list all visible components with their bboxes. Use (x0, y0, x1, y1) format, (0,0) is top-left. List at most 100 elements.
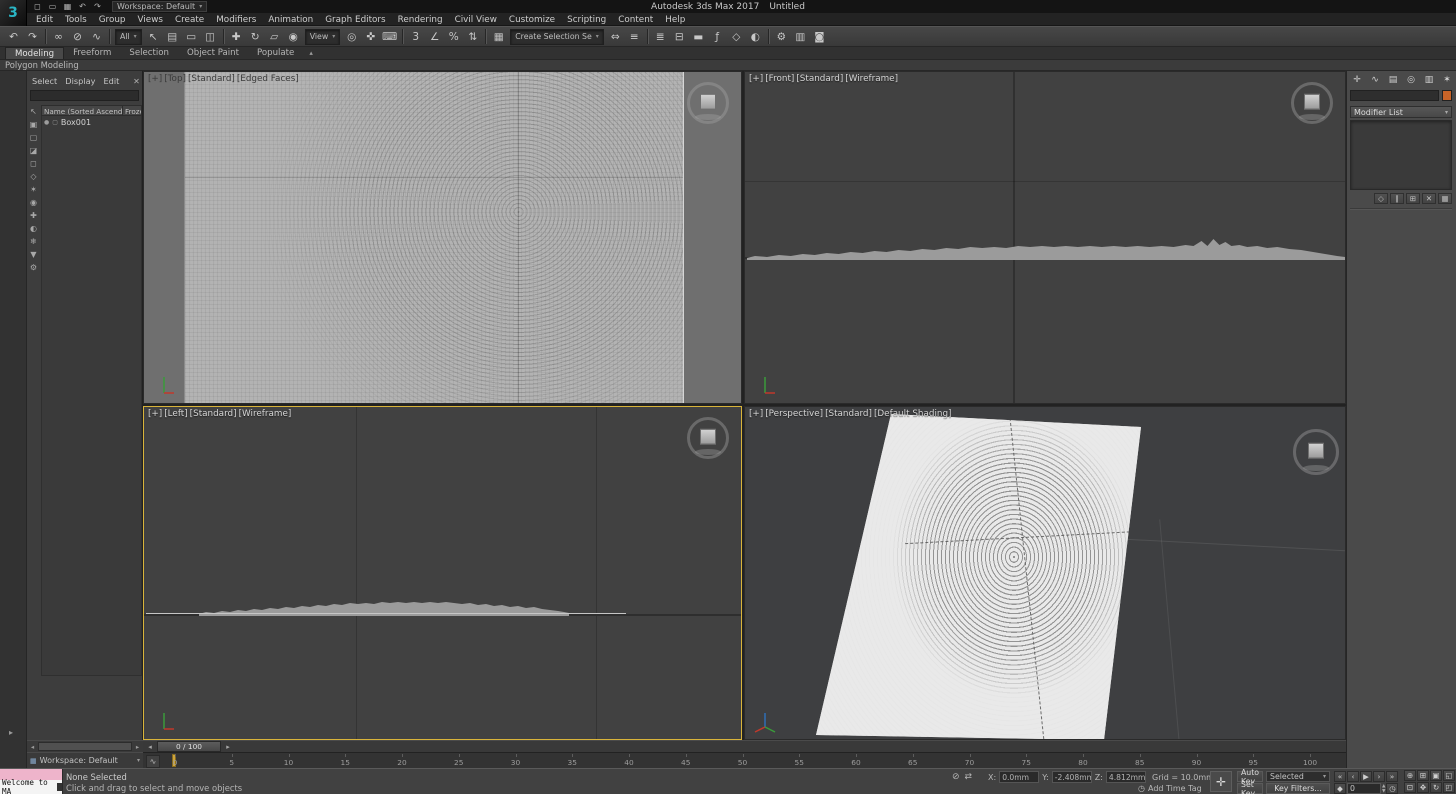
render-setup-icon[interactable]: ⚙ (773, 28, 790, 45)
explorer-select-none-icon[interactable]: ▢ (30, 133, 38, 143)
viewport-label-segment[interactable]: [Standard] (825, 409, 872, 419)
pin-stack-button[interactable]: ◇ (1374, 193, 1388, 204)
column-header-name[interactable]: Name (Sorted Ascending) ▲ (42, 106, 122, 115)
viewport-top[interactable]: [+][Top][Standard][Edged Faces] (143, 71, 742, 404)
menu-tools[interactable]: Tools (59, 13, 93, 26)
viewport-perspective[interactable]: [+][Perspective][Standard][Default Shadi… (744, 406, 1346, 740)
key-mode-toggle[interactable]: ◆ (1334, 783, 1346, 794)
viewcube[interactable] (687, 82, 729, 124)
render-production-icon[interactable]: ◙ (811, 28, 828, 45)
mirror-icon[interactable]: ⇔ (607, 28, 624, 45)
3dsmax-application-button[interactable]: 3 (0, 0, 27, 26)
viewport-label-segment[interactable]: [Standard] (190, 409, 237, 419)
viewport-front[interactable]: [+][Front][Standard][Wireframe] (744, 71, 1346, 404)
show-end-result-button[interactable]: ∥ (1390, 193, 1404, 204)
undo-small-icon[interactable]: ↶ (76, 1, 89, 12)
explorer-show-lights-icon[interactable]: ✶ (30, 185, 37, 195)
toggle-layer-explorer-icon[interactable]: ⊟ (671, 28, 688, 45)
configure-modifier-sets-button[interactable]: ▦ (1438, 193, 1452, 204)
menu-customize[interactable]: Customize (503, 13, 561, 26)
explorer-filter-icon[interactable]: ▼ (30, 250, 36, 260)
create-tab[interactable]: ✛ (1350, 73, 1364, 86)
menu-group[interactable]: Group (93, 13, 132, 26)
bind-to-spacewarp-icon[interactable]: ∿ (88, 28, 105, 45)
time-slider-next-arrow[interactable]: ▸ (223, 743, 233, 751)
menu-edit[interactable]: Edit (30, 13, 59, 26)
motion-tab[interactable]: ◎ (1404, 73, 1418, 86)
keyboard-shortcut-override-icon[interactable]: ⌨ (381, 28, 398, 45)
key-selection-dropdown[interactable]: Selected▾ (1266, 771, 1330, 782)
explorer-horizontal-scrollbar[interactable]: ◂ ▸ (27, 740, 143, 752)
menu-graph-editors[interactable]: Graph Editors (319, 13, 391, 26)
pan-view-icon[interactable]: ✥ (1417, 782, 1429, 793)
absolute-offset-toggle[interactable]: ⇄ (965, 772, 973, 782)
time-slider-handle[interactable]: 0 / 100 (157, 741, 221, 752)
viewport-label-segment[interactable]: [+] (148, 409, 162, 419)
select-and-move-icon[interactable]: ✚ (228, 28, 245, 45)
scroll-right-arrow[interactable]: ▸ (133, 743, 142, 751)
fingerprint-plane-perspective[interactable] (745, 407, 1345, 739)
menu-create[interactable]: Create (169, 13, 210, 26)
explorer-pick-icon[interactable]: ↖ (30, 107, 37, 117)
menu-views[interactable]: Views (132, 13, 169, 26)
reference-coordinate-dropdown[interactable]: View▾ (305, 29, 341, 45)
spinner-snap-icon[interactable]: ⇅ (464, 28, 481, 45)
viewport-label-segment[interactable]: [Front] (765, 74, 794, 84)
add-time-tag[interactable]: ◷ Add Time Tag (1138, 784, 1202, 793)
viewport-label-segment[interactable]: [+] (749, 409, 763, 419)
explorer-show-helpers-icon[interactable]: ✚ (30, 211, 37, 221)
make-unique-button[interactable]: ⊞ (1406, 193, 1420, 204)
viewport-label-segment[interactable]: [Perspective] (765, 409, 823, 419)
fingerprint-plane-top-view[interactable] (184, 72, 684, 404)
modifier-stack-list[interactable] (1350, 120, 1452, 190)
select-and-manipulate-icon[interactable]: ✜ (362, 28, 379, 45)
track-bar[interactable]: ∿ 05101520253035404550556065707580859095… (143, 752, 1346, 768)
y-coordinate-field[interactable]: -2.408mm (1052, 771, 1092, 783)
column-header-frozen[interactable]: Frozen (122, 106, 141, 115)
viewport-label-segment[interactable]: [Wireframe] (845, 74, 898, 84)
viewport-left-selected[interactable]: [+][Left][Standard][Wireframe] (143, 406, 742, 740)
maximize-viewport-toggle-icon[interactable]: ◰ (1443, 782, 1455, 793)
modify-tab[interactable]: ∿ (1368, 73, 1382, 86)
orbit-icon[interactable]: ↻ (1430, 782, 1442, 793)
x-coordinate-field[interactable]: 0.0mm (999, 771, 1039, 783)
visibility-icon[interactable]: ● (44, 119, 49, 126)
go-to-start-button[interactable]: « (1334, 771, 1346, 782)
viewcube[interactable] (1291, 82, 1333, 124)
previous-frame-button[interactable]: ‹ (1347, 771, 1359, 782)
explorer-close-icon[interactable]: ✕ (131, 77, 142, 86)
select-and-place-icon[interactable]: ◉ (285, 28, 302, 45)
workspace-dropdown[interactable]: Workspace: Default ▾ (112, 1, 207, 12)
listener-script-line[interactable]: Welcome to MA (0, 780, 62, 794)
redo-small-icon[interactable]: ↷ (91, 1, 104, 12)
explorer-select-invert-icon[interactable]: ◪ (30, 146, 38, 156)
explorer-show-geometry-icon[interactable]: ◻ (30, 159, 37, 169)
zoom-icon[interactable]: ⊕ (1404, 770, 1416, 781)
time-configuration-button[interactable]: ◷ (1386, 783, 1398, 794)
ribbon-tab-freeform[interactable]: Freeform (64, 47, 120, 59)
snaps-toggle-3d-icon[interactable]: 3 (407, 28, 424, 45)
current-frame-field[interactable]: 0 (1347, 783, 1381, 794)
key-filters-button[interactable]: Key Filters... (1266, 783, 1330, 794)
select-link-icon[interactable]: ∞ (50, 28, 67, 45)
explorer-show-cameras-icon[interactable]: ◉ (30, 198, 37, 208)
menu-animation[interactable]: Animation (262, 13, 319, 26)
scrollbar-thumb[interactable] (38, 742, 132, 751)
next-frame-button[interactable]: › (1373, 771, 1385, 782)
ribbon-tab-modeling[interactable]: Modeling (5, 47, 64, 59)
zoom-region-icon[interactable]: ⊡ (1404, 782, 1416, 793)
modifier-list-dropdown[interactable]: Modifier List ▾ (1350, 106, 1452, 118)
percent-snap-icon[interactable]: % (445, 28, 462, 45)
use-pivot-center-icon[interactable]: ◎ (343, 28, 360, 45)
menu-content[interactable]: Content (612, 13, 659, 26)
viewcube[interactable] (687, 417, 729, 459)
viewport-label-segment[interactable]: [Edged Faces] (237, 74, 299, 84)
curve-editor-icon[interactable]: ƒ (709, 28, 726, 45)
object-color-swatch[interactable] (1442, 90, 1452, 101)
open-file-icon[interactable]: ▭ (46, 1, 59, 12)
ribbon-tab-selection[interactable]: Selection (120, 47, 178, 59)
selection-lock-toggle[interactable]: ⊘ (952, 772, 960, 782)
select-object-icon[interactable]: ↖ (145, 28, 162, 45)
scene-explorer-search-input[interactable] (31, 91, 138, 100)
ribbon-minimize-icon[interactable]: ▴ (309, 49, 313, 57)
